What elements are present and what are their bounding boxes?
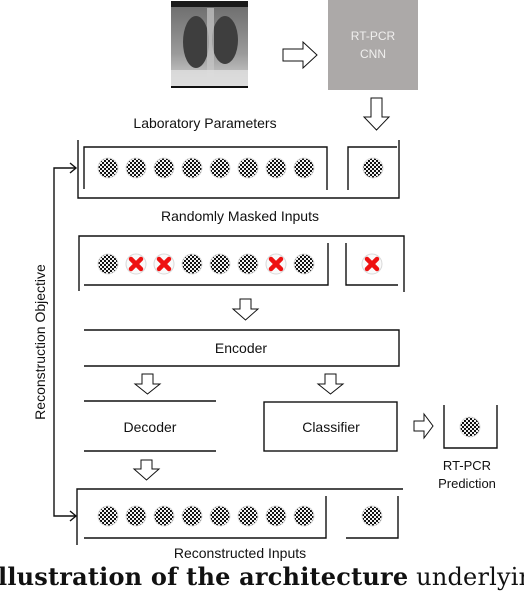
input-node <box>181 157 203 179</box>
architecture-diagram: RT-PCR CNN Laboratory Parameters Randoml… <box>32 0 498 561</box>
arrow-right-icon <box>413 412 434 440</box>
input-node <box>237 253 259 275</box>
classifier-label: Classifier <box>302 419 360 435</box>
classifier-block: Classifier <box>263 401 398 452</box>
cnn-label-line1: RT-PCR <box>351 29 396 43</box>
rt-pcr-node <box>362 157 384 179</box>
input-node <box>237 157 259 179</box>
lab-parameters-row <box>77 140 400 199</box>
rt-pcr-cnn-block: RT-PCR CNN <box>328 0 418 90</box>
prediction-node <box>459 416 481 438</box>
reconstructed-inputs-row <box>76 488 403 545</box>
input-node <box>209 157 231 179</box>
caption-bold: llustration of the architecture <box>0 562 409 591</box>
input-node <box>181 253 203 275</box>
input-node <box>97 253 119 275</box>
arrow-down-icon <box>231 298 260 321</box>
arrow-down-icon <box>132 459 161 481</box>
prediction-label-line2: Prediction <box>438 476 496 491</box>
input-node <box>125 505 147 527</box>
decoder-label: Decoder <box>124 419 177 435</box>
arrow-right-icon <box>282 40 318 70</box>
decoder-block: Decoder <box>84 400 216 452</box>
cnn-label-line2: CNN <box>360 47 386 61</box>
lab-input-nodes <box>97 157 384 179</box>
reconstructed-inputs-label: Reconstructed Inputs <box>174 545 306 561</box>
encoder-block: Encoder <box>84 329 400 367</box>
encoder-label: Encoder <box>215 340 267 356</box>
input-node <box>153 157 175 179</box>
input-node <box>181 505 203 527</box>
chest-xray-image <box>171 1 248 88</box>
input-node <box>237 505 259 527</box>
masked-input-nodes <box>97 253 383 275</box>
input-node <box>293 157 315 179</box>
input-node <box>153 505 175 527</box>
arrow-down-icon <box>362 97 391 131</box>
reconstructed-input-nodes <box>97 505 383 527</box>
masked-inputs-row <box>78 235 405 292</box>
input-node <box>265 157 287 179</box>
arrow-down-icon <box>316 373 345 395</box>
lab-parameters-label: Laboratory Parameters <box>133 115 276 131</box>
figure-caption: llustration of the architecture underlyi… <box>0 562 524 591</box>
prediction-block: RT-PCR Prediction <box>438 405 498 491</box>
reconstruction-objective-label: Reconstruction Objective <box>32 264 48 420</box>
prediction-label-line1: RT-PCR <box>443 458 491 473</box>
masked-inputs-label: Randomly Masked Inputs <box>161 208 319 224</box>
input-node <box>209 505 231 527</box>
input-node <box>97 505 119 527</box>
rt-pcr-node <box>361 505 383 527</box>
input-node <box>209 253 231 275</box>
input-node <box>293 253 315 275</box>
reconstruction-objective-bracket <box>53 162 78 522</box>
input-node <box>293 505 315 527</box>
arrow-down-icon <box>133 373 162 395</box>
input-node <box>125 157 147 179</box>
caption-rest: underlyin <box>408 563 524 591</box>
input-node <box>97 157 119 179</box>
input-node <box>265 505 287 527</box>
